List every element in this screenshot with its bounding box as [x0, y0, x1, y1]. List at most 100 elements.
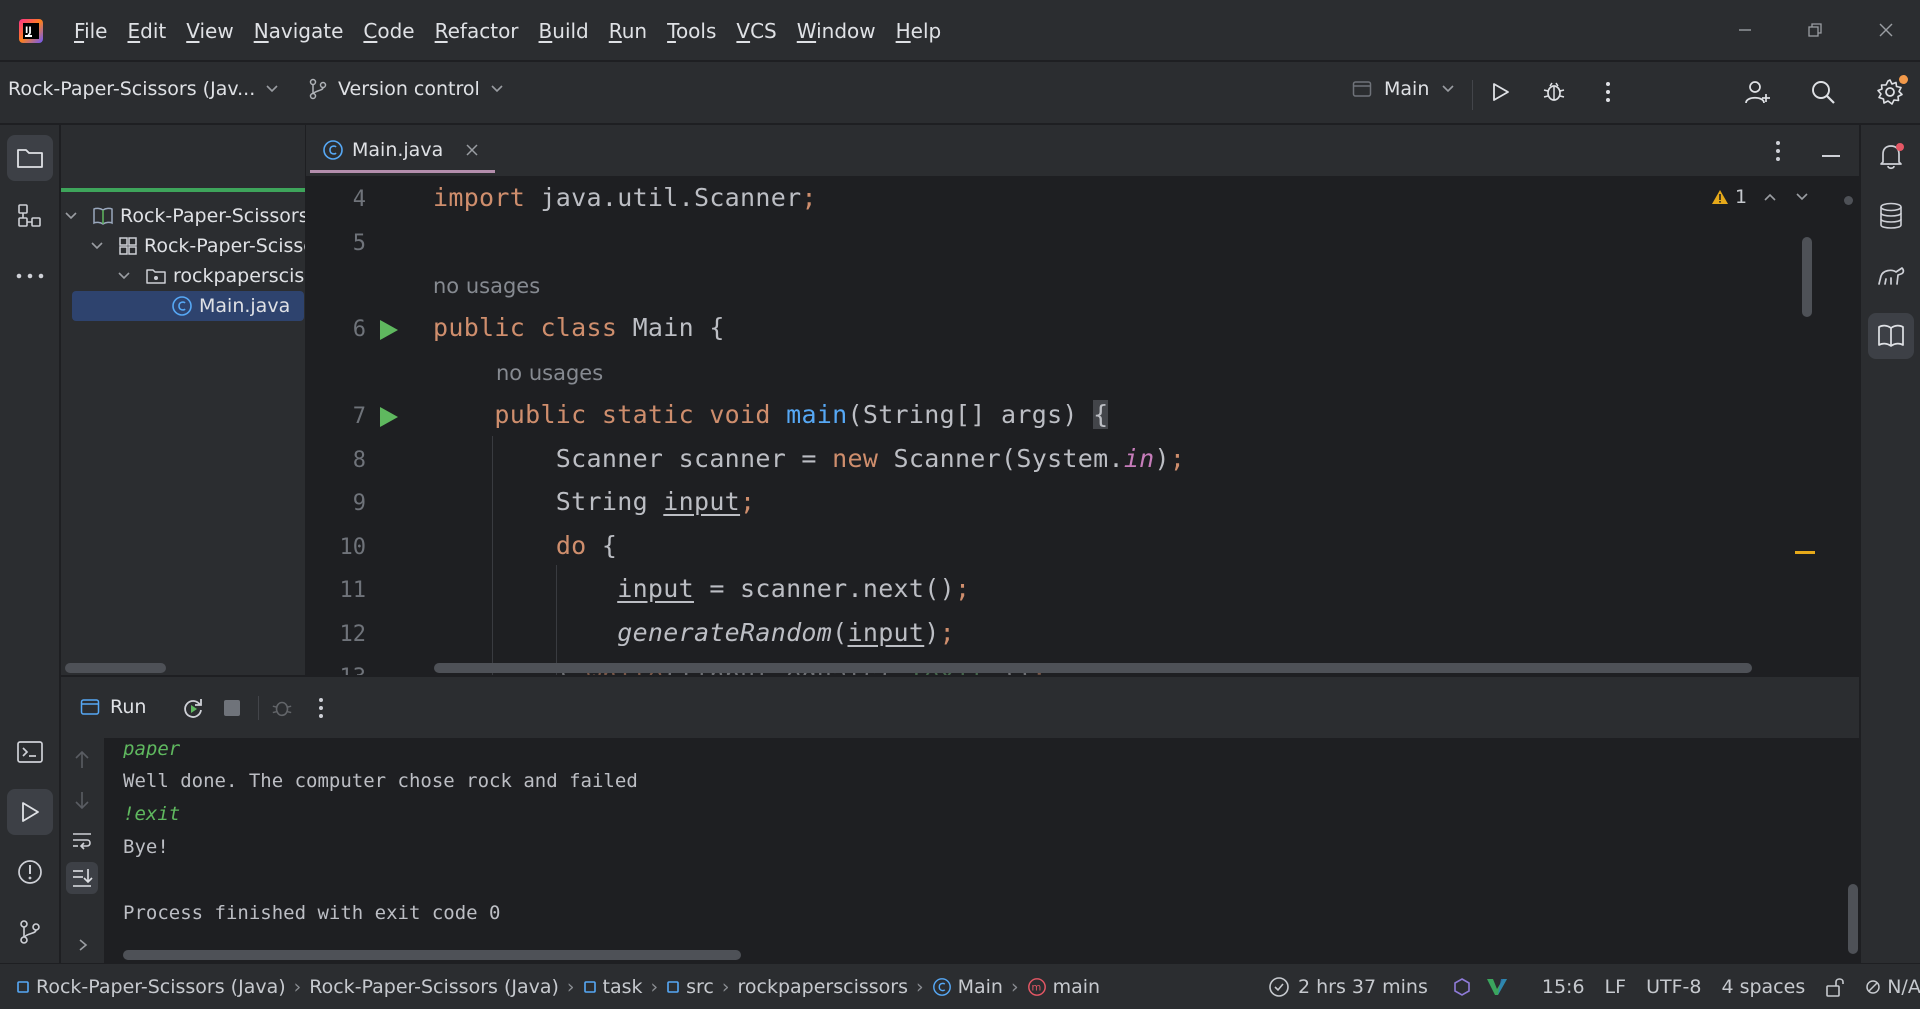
close-icon[interactable] [465, 143, 479, 157]
menu-code[interactable]: Code [353, 13, 424, 49]
more-vertical-icon [1776, 141, 1780, 161]
scroll-down-button[interactable] [70, 788, 94, 812]
chevron-down-icon[interactable] [1795, 190, 1809, 204]
warning-marker[interactable] [1795, 551, 1815, 554]
console-horizontal-scrollbar[interactable] [123, 950, 741, 960]
tree-item-main-java[interactable]: Main.java [72, 291, 304, 321]
terminal-tool-button[interactable] [7, 729, 53, 775]
rerun-button[interactable] [175, 690, 211, 726]
line-number: 4 [352, 187, 366, 212]
menu-navigate[interactable]: Navigate [244, 13, 354, 49]
run-tool-button[interactable] [7, 789, 53, 835]
menu-window[interactable]: Window [787, 13, 886, 49]
tree-item-label: Rock-Paper-Scissors [120, 205, 309, 227]
usage-hint[interactable]: no usages [496, 361, 603, 385]
minimize-window-button[interactable] [1725, 12, 1765, 48]
menu-view[interactable]: View [176, 13, 243, 49]
menu-tools[interactable]: Tools [657, 13, 726, 49]
app-logo-icon[interactable]: IJ [18, 18, 44, 44]
console-vertical-scrollbar[interactable] [1848, 884, 1858, 954]
chevron-down-icon[interactable] [90, 239, 108, 253]
hexagon-icon[interactable] [1452, 977, 1472, 997]
learn-button[interactable] [1868, 313, 1914, 359]
inspections-widget[interactable]: 1 [1711, 186, 1809, 208]
method-icon: m [1027, 977, 1046, 996]
breadcrumb-item[interactable]: Rock-Paper-Scissors (Java) [309, 976, 559, 998]
clock-check-icon [1269, 977, 1289, 997]
breadcrumb-item[interactable]: src [686, 976, 714, 998]
menu-refactor[interactable]: Refactor [425, 13, 529, 49]
tree-item-project-root[interactable]: Rock-Paper-Scissors [64, 201, 309, 231]
chevron-down-icon [491, 85, 503, 93]
readonly-status[interactable]: N/A [1887, 976, 1920, 998]
close-window-button[interactable] [1866, 12, 1906, 48]
project-widget[interactable]: Rock-Paper-Scissors (Jav... [8, 78, 279, 100]
menu-file[interactable]: File [64, 13, 117, 49]
git-icon [20, 920, 40, 944]
chevron-down-icon[interactable] [117, 269, 135, 283]
caret-position[interactable]: 15:6 [1542, 976, 1585, 998]
line-number: 5 [352, 231, 366, 256]
run-config-selector[interactable]: Main [1352, 78, 1455, 100]
debug-button-disabled[interactable] [264, 690, 300, 726]
editor-tab-options-button[interactable] [1775, 140, 1781, 162]
problems-tool-button[interactable] [7, 849, 53, 895]
vcs-widget[interactable]: Version control [308, 78, 504, 100]
run-tab[interactable]: Run [80, 696, 146, 718]
breadcrumb-item[interactable]: rockpaperscissors [738, 976, 909, 998]
settings-button[interactable] [1872, 74, 1908, 110]
breadcrumb-item[interactable]: Main [958, 976, 1003, 998]
file-encoding[interactable]: UTF-8 [1646, 976, 1701, 998]
line-number: 11 [339, 578, 367, 603]
run-gutter-icon[interactable] [376, 318, 400, 342]
expand-side-button[interactable] [76, 938, 90, 952]
indent-setting[interactable]: 4 spaces [1721, 976, 1805, 998]
console-line: !exit [123, 803, 181, 825]
debug-button[interactable] [1536, 74, 1572, 110]
chevron-down-icon[interactable] [64, 209, 82, 223]
tab-main-java[interactable]: Main.java [310, 129, 496, 173]
hide-panel-button[interactable] [1822, 155, 1840, 157]
unlock-icon[interactable] [1825, 976, 1845, 998]
more-actions-button[interactable] [1590, 74, 1626, 110]
chevron-up-icon[interactable] [1763, 190, 1777, 204]
structure-icon [18, 204, 41, 227]
menu-build[interactable]: Build [529, 13, 599, 49]
project-tool-button[interactable] [7, 135, 53, 181]
run-button[interactable] [1482, 74, 1518, 110]
run-gutter-icon[interactable] [376, 405, 400, 429]
structure-tool-button[interactable] [7, 193, 53, 239]
breadcrumb-item[interactable]: main [1053, 976, 1100, 998]
notifications-button[interactable] [1868, 133, 1914, 179]
breadcrumb-item[interactable]: task [603, 976, 643, 998]
scroll-to-end-button[interactable] [66, 862, 98, 894]
gradle-button[interactable] [1868, 253, 1914, 299]
git-tool-button[interactable] [7, 909, 53, 955]
time-tracked[interactable]: 2 hrs 37 mins [1298, 976, 1428, 998]
usage-hint[interactable]: no usages [433, 274, 540, 298]
breadcrumb-item[interactable]: Rock-Paper-Scissors (Java) [36, 976, 286, 998]
run-more-actions-button[interactable] [303, 690, 339, 726]
tree-item-label: Main.java [199, 295, 291, 317]
scroll-up-button[interactable] [70, 748, 94, 772]
project-horizontal-scrollbar[interactable] [65, 663, 166, 673]
line-separator[interactable]: LF [1605, 976, 1627, 998]
tree-item-module[interactable]: Rock-Paper-Scissors [90, 231, 333, 261]
menu-edit[interactable]: Edit [117, 13, 176, 49]
soft-wrap-button[interactable] [70, 828, 94, 852]
chevron-right-icon [79, 939, 88, 951]
stop-button[interactable] [214, 690, 250, 726]
toolbar-divider [1472, 80, 1473, 110]
database-button[interactable] [1868, 193, 1914, 239]
bell-icon [1880, 143, 1904, 170]
code-with-me-button[interactable] [1740, 74, 1776, 110]
search-everywhere-button[interactable] [1805, 74, 1841, 110]
editor-horizontal-scrollbar[interactable] [434, 663, 1752, 673]
more-tools-button[interactable] [7, 253, 53, 299]
editor-vertical-scrollbar[interactable] [1802, 237, 1812, 317]
menu-help[interactable]: Help [886, 13, 952, 49]
restore-window-button[interactable] [1795, 12, 1835, 48]
vim-icon[interactable] [1486, 977, 1508, 997]
menu-run[interactable]: Run [599, 13, 657, 49]
menu-vcs[interactable]: VCS [726, 13, 786, 49]
